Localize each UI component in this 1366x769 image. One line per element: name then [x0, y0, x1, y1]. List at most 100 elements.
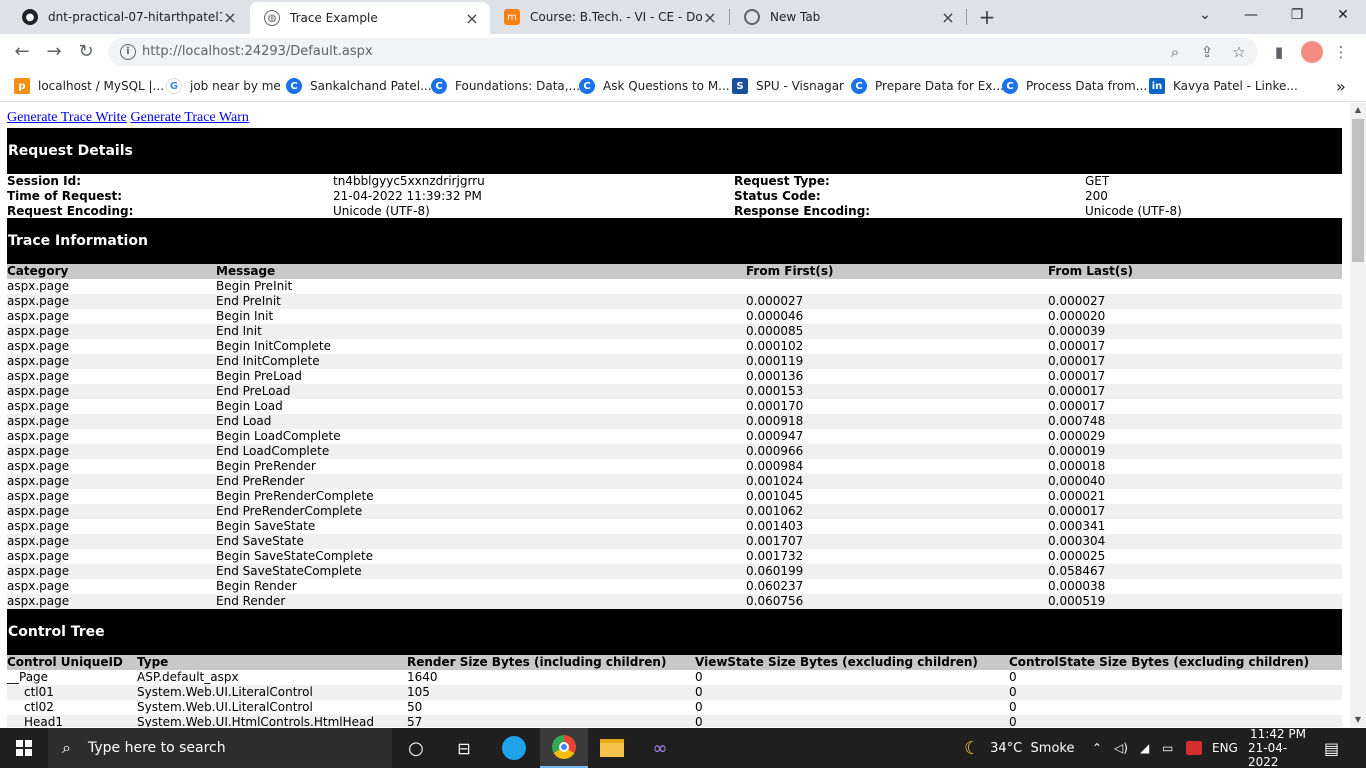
generate-trace-write-link[interactable]: Generate Trace Write: [7, 110, 127, 125]
close-icon[interactable]: ×: [222, 8, 238, 27]
github-icon: ●: [22, 9, 38, 25]
tab-trace-example[interactable]: ◍ Trace Example ×: [250, 2, 490, 34]
taskbar-search[interactable]: ⌕ Type here to search: [48, 728, 392, 768]
trace-from-first: 0.000966: [746, 444, 804, 458]
tab-github[interactable]: ● dnt-practical-07-hitarthpatel17/c ×: [8, 0, 248, 34]
vertical-scrollbar[interactable]: ▲ ▼: [1350, 103, 1366, 727]
detail-key: Status Code:: [734, 189, 821, 203]
back-button[interactable]: ←: [10, 40, 34, 64]
bookmark-phpmyadmin[interactable]: p localhost / MySQL |...: [14, 76, 164, 96]
request-detail-row: Session Id: tn4bblgyyc5xxnzdrirjgrru Reque…: [7, 174, 1342, 189]
forward-button[interactable]: →: [42, 40, 66, 64]
detail-key: Session Id:: [7, 174, 81, 188]
visual-studio-icon[interactable]: ∞: [636, 728, 684, 768]
bookmark-label: Kavya Patel - Linke...: [1173, 79, 1298, 93]
network-icon[interactable]: ◢: [1140, 728, 1149, 768]
minimize-button[interactable]: —: [1228, 0, 1274, 30]
trace-category: aspx.page: [7, 444, 70, 458]
trace-message: Begin PreInit: [216, 279, 293, 293]
request-details-header: Request Details: [7, 128, 1342, 174]
task-view-icon[interactable]: ⊟: [440, 728, 488, 768]
cortana-icon[interactable]: ○: [392, 728, 440, 768]
generate-trace-warn-link[interactable]: Generate Trace Warn: [131, 110, 249, 125]
language-indicator[interactable]: ENG: [1212, 728, 1238, 768]
bookmark-sankalchand[interactable]: C Sankalchand Patel...: [286, 76, 432, 96]
notification-icon[interactable]: ▤: [1324, 728, 1339, 768]
address-bar[interactable]: i http://localhost:24293/Default.aspx ⌕ …: [108, 38, 1258, 66]
trace-message: Begin Render: [216, 579, 297, 593]
tab-search-button[interactable]: ⌄: [1182, 0, 1228, 30]
trace-message: Begin SaveState: [216, 519, 316, 533]
trace-message: Begin PreLoad: [216, 369, 302, 383]
trace-category: aspx.page: [7, 324, 70, 338]
trace-row: aspx.page End SaveStateComplete 0.060199 0.…: [7, 564, 1342, 579]
edge-icon[interactable]: [490, 728, 538, 768]
zoom-icon[interactable]: ⌕: [1166, 43, 1184, 61]
reload-button[interactable]: ↻: [74, 40, 98, 64]
battery-icon[interactable]: ▭: [1162, 728, 1173, 768]
linkedin-icon: in: [1149, 78, 1165, 94]
page-content: Generate Trace Write Generate Trace Warn…: [0, 103, 1350, 727]
share-icon[interactable]: ⇪: [1198, 43, 1216, 61]
scrollbar-thumb[interactable]: [1352, 119, 1364, 262]
close-icon[interactable]: ×: [702, 8, 718, 27]
trace-from-last: 0.000017: [1048, 339, 1106, 353]
close-icon[interactable]: ×: [464, 9, 480, 28]
info-icon[interactable]: i: [120, 44, 136, 60]
trace-from-first: 0.000947: [746, 429, 804, 443]
trace-category: aspx.page: [7, 339, 70, 353]
scroll-down-arrow[interactable]: ▼: [1350, 713, 1366, 727]
trace-category: aspx.page: [7, 474, 70, 488]
trace-header-row: Category Message From First(s) From Last(s): [7, 264, 1342, 279]
scroll-up-arrow[interactable]: ▲: [1350, 103, 1366, 117]
trace-row: aspx.page End SaveState 0.001707 0.000304: [7, 534, 1342, 549]
detail-value: Unicode (UTF-8): [1085, 204, 1182, 218]
control-id: Head1: [24, 715, 64, 727]
clock[interactable]: 11:42 PM 21-04-2022: [1248, 727, 1308, 769]
tab-new-tab[interactable]: New Tab ×: [730, 0, 966, 34]
trace-from-last: 0.000304: [1048, 534, 1106, 548]
trace-from-last: 0.000017: [1048, 504, 1106, 518]
restore-button[interactable]: ❐: [1274, 0, 1320, 30]
close-window-button[interactable]: ✕: [1320, 0, 1366, 30]
more-bookmarks-button[interactable]: »: [1336, 76, 1346, 96]
c-icon: C: [431, 78, 447, 94]
new-tab-button[interactable]: +: [976, 5, 998, 29]
bookmark-prepare-data[interactable]: C Prepare Data for Ex...: [851, 76, 1004, 96]
trace-from-last: 0.000019: [1048, 444, 1106, 458]
url-text: http://localhost:24293/Default.aspx: [142, 44, 373, 59]
bookmark-foundations[interactable]: C Foundations: Data,...: [431, 76, 580, 96]
file-explorer-icon[interactable]: [588, 728, 636, 768]
trace-message: End PreLoad: [216, 384, 291, 398]
trace-category: aspx.page: [7, 534, 70, 548]
chrome-taskbar-icon[interactable]: [540, 728, 588, 768]
bookmark-ask-questions[interactable]: C Ask Questions to M...: [579, 76, 730, 96]
c-icon: C: [1002, 78, 1018, 94]
bookmark-process-data[interactable]: C Process Data from...: [1002, 76, 1147, 96]
start-button[interactable]: [0, 728, 48, 768]
star-icon[interactable]: ☆: [1230, 43, 1248, 61]
trace-category: aspx.page: [7, 579, 70, 593]
trace-category: aspx.page: [7, 429, 70, 443]
avatar[interactable]: [1301, 41, 1323, 63]
trace-from-first: 0.000027: [746, 294, 804, 308]
column-header: Control UniqueID: [7, 655, 123, 669]
toolbar: ← → ↻ i http://localhost:24293/Default.a…: [0, 34, 1366, 70]
bookmark-job[interactable]: G job near by me: [166, 76, 281, 96]
side-panel-icon[interactable]: ▮: [1270, 43, 1288, 61]
bookmark-spu[interactable]: S SPU - Visnagar: [732, 76, 844, 96]
viewstate-size: 0: [695, 670, 703, 684]
trace-category: aspx.page: [7, 369, 70, 383]
trace-row: aspx.page End PreRenderComplete 0.001062 0.…: [7, 504, 1342, 519]
close-icon[interactable]: ×: [940, 8, 956, 27]
bookmark-linkedin[interactable]: in Kavya Patel - Linke...: [1149, 76, 1298, 96]
column-header: ControlState Size Bytes (excluding child…: [1009, 655, 1310, 669]
volume-icon[interactable]: ◁): [1114, 728, 1128, 768]
show-hidden-icons[interactable]: ⌃: [1092, 728, 1102, 768]
antivirus-icon[interactable]: [1186, 728, 1202, 768]
tab-course[interactable]: m Course: B.Tech. - VI - CE - Dot Ne ×: [490, 0, 728, 34]
trace-category: aspx.page: [7, 459, 70, 473]
menu-icon[interactable]: ⋮: [1332, 43, 1350, 61]
trace-message: Begin Init: [216, 309, 274, 323]
weather-widget[interactable]: ☾ 34°C Smoke: [964, 728, 1074, 768]
